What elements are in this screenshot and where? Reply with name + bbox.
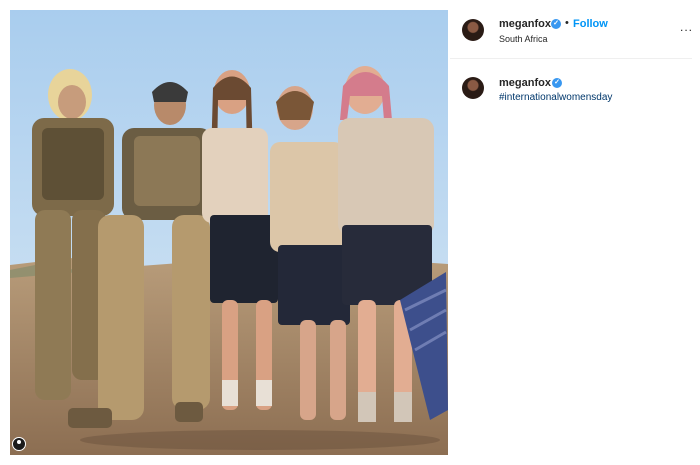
caption-avatar[interactable]: [462, 77, 484, 99]
user-tag-icon[interactable]: [12, 437, 26, 451]
location-label[interactable]: South Africa: [499, 34, 548, 44]
instagram-post: meganfox ✓ • Follow South Africa ... meg…: [0, 0, 700, 465]
post-header: meganfox ✓ • Follow South Africa ...: [450, 10, 692, 59]
post-photo[interactable]: [10, 10, 448, 455]
follow-button[interactable]: Follow: [573, 18, 608, 30]
separator-dot: •: [565, 17, 569, 29]
caption-verified-badge-icon: ✓: [552, 78, 562, 88]
profile-avatar[interactable]: [462, 19, 484, 41]
caption-username[interactable]: meganfox: [499, 77, 551, 89]
caption-hashtag[interactable]: #internationalwomensday: [499, 92, 612, 103]
more-options-icon[interactable]: ...: [680, 20, 693, 34]
post-side-panel: meganfox ✓ • Follow South Africa ... meg…: [450, 10, 700, 455]
username[interactable]: meganfox: [499, 18, 551, 30]
photo-group-of-five-women-in-desert: [10, 10, 448, 455]
verified-badge-icon: ✓: [551, 19, 561, 29]
